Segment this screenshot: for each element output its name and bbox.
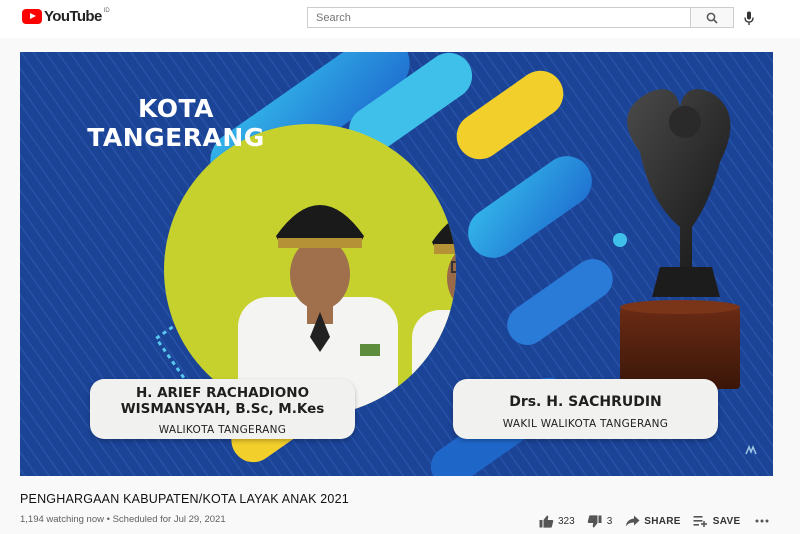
search-input[interactable]: Search — [307, 7, 691, 28]
left-name-card: H. ARIEF RACHADIONO WISMANSYAH, B.Sc, M.… — [90, 379, 355, 439]
left-name: H. ARIEF RACHADIONO WISMANSYAH, B.Sc, M.… — [90, 385, 355, 417]
right-role: WAKIL WALIKOTA TANGERANG — [502, 418, 669, 430]
corner-mark-icon — [745, 445, 757, 455]
save-playlist-icon — [693, 514, 709, 528]
thumbs-down-icon — [587, 514, 603, 528]
country-code: ID — [103, 8, 110, 14]
video-player[interactable]: KOTA TANGERANG H. ARIEF RACHADIONO WISMA… — [20, 52, 773, 476]
save-label: SAVE — [712, 515, 741, 527]
youtube-logo[interactable]: YouTube ID — [22, 8, 110, 25]
search-icon — [706, 12, 718, 24]
right-name: Drs. H. SACHRUDIN — [509, 394, 662, 410]
logo-wordmark: YouTube — [44, 8, 102, 25]
thumbs-up-icon — [538, 514, 554, 528]
share-icon — [624, 514, 640, 528]
left-name-line-1: H. ARIEF RACHADIONO — [135, 385, 310, 401]
mic-icon — [744, 11, 754, 25]
dislike-button[interactable]: 3 — [587, 514, 613, 528]
right-name-card: Drs. H. SACHRUDIN WAKIL WALIKOTA TANGERA… — [453, 379, 718, 439]
left-name-line-2: WISMANSYAH, B.Sc, M.Kes — [120, 401, 325, 417]
voice-search-button[interactable] — [742, 9, 756, 27]
heading-line-2: TANGERANG — [87, 123, 265, 152]
search-button[interactable] — [690, 7, 734, 28]
more-icon — [755, 519, 769, 523]
like-button[interactable]: 323 — [538, 514, 575, 528]
left-role: WALIKOTA TANGERANG — [158, 424, 287, 436]
play-logo-icon — [22, 9, 42, 24]
like-count: 323 — [558, 515, 575, 527]
share-button[interactable]: SHARE — [624, 514, 681, 528]
video-title: PENGHARGAAN KABUPATEN/KOTA LAYAK ANAK 20… — [20, 492, 349, 506]
video-actions: 323 3 SHARE SAVE — [538, 512, 770, 530]
dislike-count: 3 — [606, 515, 613, 527]
masthead: YouTube ID Search — [0, 0, 800, 38]
save-button[interactable]: SAVE — [693, 514, 741, 528]
heading-line-1: KOTA — [138, 94, 214, 123]
thumbnail-heading: KOTA TANGERANG — [76, 94, 276, 152]
more-actions-button[interactable] — [754, 514, 770, 528]
share-label: SHARE — [644, 515, 681, 527]
video-meta: 1,194 watching now • Scheduled for Jul 2… — [20, 514, 226, 525]
